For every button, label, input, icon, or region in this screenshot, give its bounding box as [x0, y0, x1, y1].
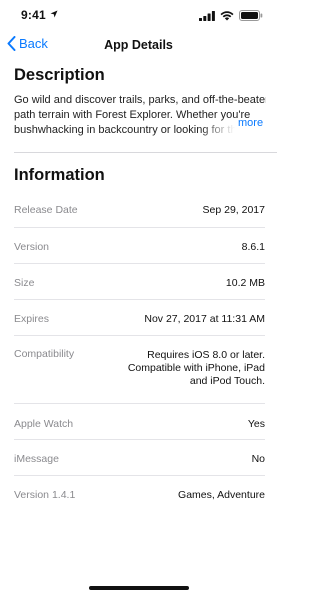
info-row-version: Version 8.6.1	[14, 228, 265, 264]
info-label: Version	[14, 241, 50, 253]
info-value: No	[251, 453, 265, 465]
page-title: App Details	[104, 38, 173, 52]
status-bar: 9:41	[0, 0, 277, 30]
location-arrow-icon	[50, 10, 58, 18]
wifi-icon	[220, 10, 234, 20]
info-row-release-date: Release Date Sep 29, 2017	[14, 190, 265, 228]
more-link[interactable]: more	[238, 117, 263, 129]
info-value: Nov 27, 2017 at 11:31 AM	[144, 313, 265, 325]
info-row-imessage: iMessage No	[14, 440, 265, 476]
description-text: Go wild and discover trails, parks, and …	[14, 93, 266, 138]
info-value: Yes	[247, 418, 265, 430]
info-row-apple-watch: Apple Watch Yes	[14, 404, 265, 440]
info-row-compatibility: Compatibility Requires iOS 8.0 or later.…	[14, 336, 265, 404]
info-row-version-category: Version 1.4.1 Games, Adventure	[14, 476, 265, 511]
info-label: Compatibility	[14, 348, 75, 360]
info-label: iMessage	[14, 453, 59, 465]
info-value: Sep 29, 2017	[202, 204, 265, 216]
battery-icon	[239, 10, 263, 21]
description-line: path terrain with Forest Explorer. Wheth…	[14, 109, 251, 121]
section-divider	[14, 152, 277, 153]
compatibility-line: Requires iOS 8.0 or later.	[147, 349, 265, 361]
info-label: Apple Watch	[14, 418, 74, 430]
info-label: Release Date	[14, 204, 78, 216]
info-label: Size	[14, 277, 35, 289]
status-time: 9:41	[21, 8, 46, 22]
status-icons	[199, 10, 263, 21]
info-label: Version 1.4.1	[14, 489, 76, 501]
compatibility-line: Compatible with iPhone, iPad	[127, 362, 265, 374]
navigation-bar: Back App Details	[0, 30, 277, 60]
signal-icon	[199, 10, 215, 21]
info-value: Games, Adventure	[178, 489, 265, 501]
description-heading: Description	[14, 66, 105, 84]
description-line-truncated: bushwhacking in backcountry or looking f…	[14, 123, 266, 138]
info-row-size: Size 10.2 MB	[14, 264, 265, 300]
info-value: 8.6.1	[241, 241, 265, 253]
information-heading: Information	[14, 166, 105, 184]
information-list: Release Date Sep 29, 2017 Version 8.6.1 …	[14, 190, 265, 511]
compatibility-line: and iPod Touch.	[189, 375, 265, 387]
info-value-compatibility: Requires iOS 8.0 or later. Compatible wi…	[128, 349, 265, 388]
description-line: Go wild and discover trails, parks, and …	[14, 94, 266, 106]
info-label: Expires	[14, 313, 50, 325]
info-value: 10.2 MB	[225, 277, 265, 289]
info-row-expires: Expires Nov 27, 2017 at 11:31 AM	[14, 300, 265, 336]
home-indicator[interactable]	[89, 586, 189, 590]
